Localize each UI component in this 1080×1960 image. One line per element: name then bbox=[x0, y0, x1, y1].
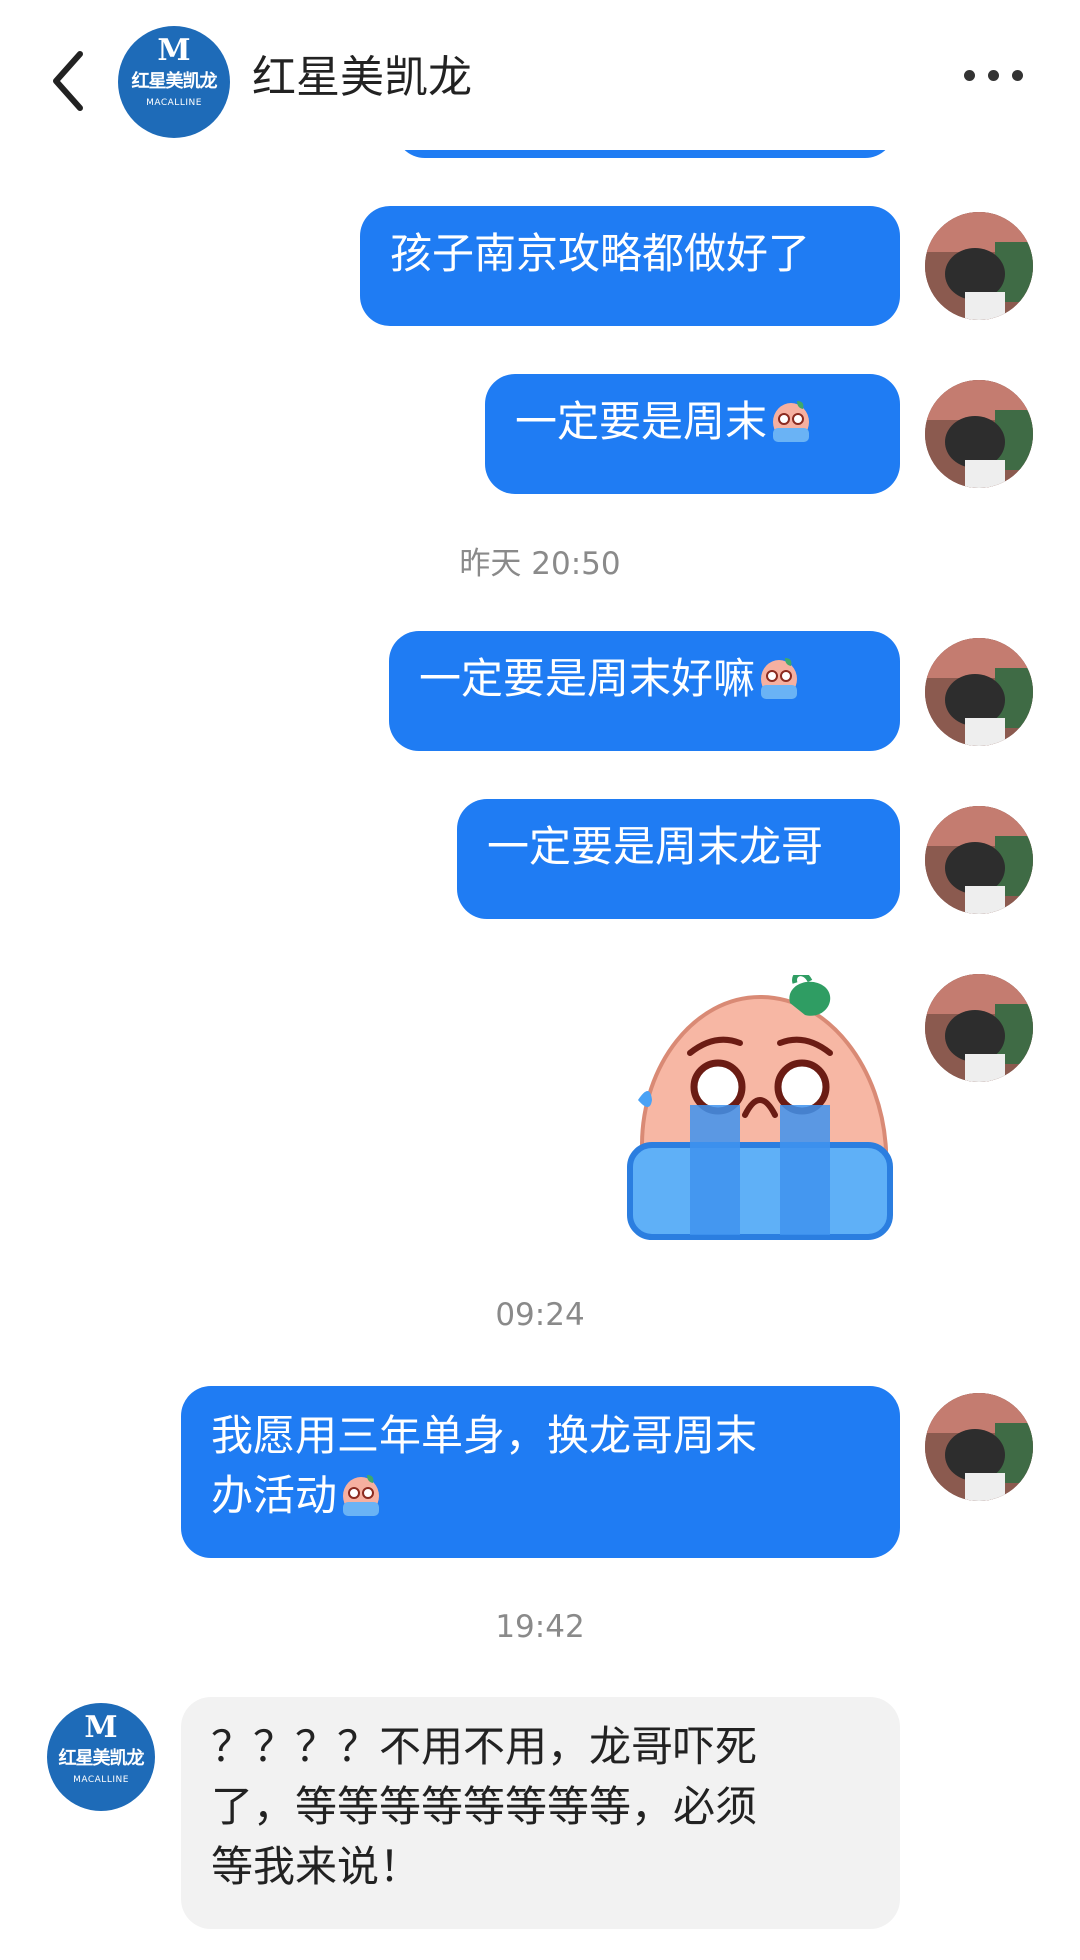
user-avatar[interactable] bbox=[925, 1393, 1033, 1501]
user-avatar[interactable] bbox=[925, 974, 1033, 1082]
user-avatar[interactable] bbox=[925, 380, 1033, 488]
message-text: ？？？？不用不用，龙哥吓死 bbox=[211, 1722, 758, 1771]
timestamp: 09:24 bbox=[495, 1297, 585, 1333]
contact-avatar[interactable]: M 红星美凯龙 MACALLINE bbox=[118, 26, 230, 138]
more-options-icon[interactable] bbox=[964, 66, 1054, 96]
crying-emoji-icon bbox=[337, 1470, 385, 1534]
back-icon[interactable] bbox=[48, 46, 88, 116]
sent-message-bubble[interactable]: 孩子南京攻略都做好了 bbox=[360, 206, 900, 326]
message-text: 一定要是周末 bbox=[515, 397, 768, 446]
user-avatar[interactable] bbox=[925, 212, 1033, 320]
sent-message-bubble[interactable]: 我愿用三年单身，换龙哥周末 办活动 bbox=[181, 1386, 900, 1558]
message-text: 办活动 bbox=[211, 1471, 338, 1520]
user-avatar[interactable] bbox=[925, 638, 1033, 746]
sent-message-bubble[interactable]: 一定要是周末 bbox=[485, 374, 900, 494]
chat-header: M 红星美凯龙 MACALLINE 红星美凯龙 bbox=[0, 0, 1080, 150]
message-text: 一定要是周末好嘛 bbox=[419, 654, 756, 703]
timestamp: 19:42 bbox=[495, 1609, 585, 1645]
sent-message-bubble[interactable]: 一定要是周末好嘛 bbox=[389, 631, 900, 751]
message-text: 等我来说！ bbox=[211, 1842, 422, 1891]
contact-avatar[interactable]: M 红星美凯龙 MACALLINE bbox=[47, 1703, 155, 1811]
sent-message-bubble[interactable]: 一定要是周末龙哥 bbox=[457, 799, 900, 919]
received-message-bubble[interactable]: ？？？？不用不用，龙哥吓死 了，等等等等等等等等，必须 等我来说！ bbox=[181, 1697, 900, 1929]
timestamp: 昨天 20:50 bbox=[459, 546, 621, 582]
user-avatar[interactable] bbox=[925, 806, 1033, 914]
crying-emoji-icon bbox=[755, 653, 803, 717]
crying-peach-sticker[interactable] bbox=[620, 971, 900, 1245]
message-text: 孩子南京攻略都做好了 bbox=[390, 229, 811, 278]
chat-title: 红星美凯龙 bbox=[252, 52, 472, 103]
message-text: 了，等等等等等等等等，必须 bbox=[211, 1782, 758, 1831]
message-text: 我愿用三年单身，换龙哥周末 bbox=[211, 1411, 758, 1460]
crying-emoji-icon bbox=[767, 396, 815, 460]
message-text: 一定要是周末龙哥 bbox=[487, 822, 824, 871]
